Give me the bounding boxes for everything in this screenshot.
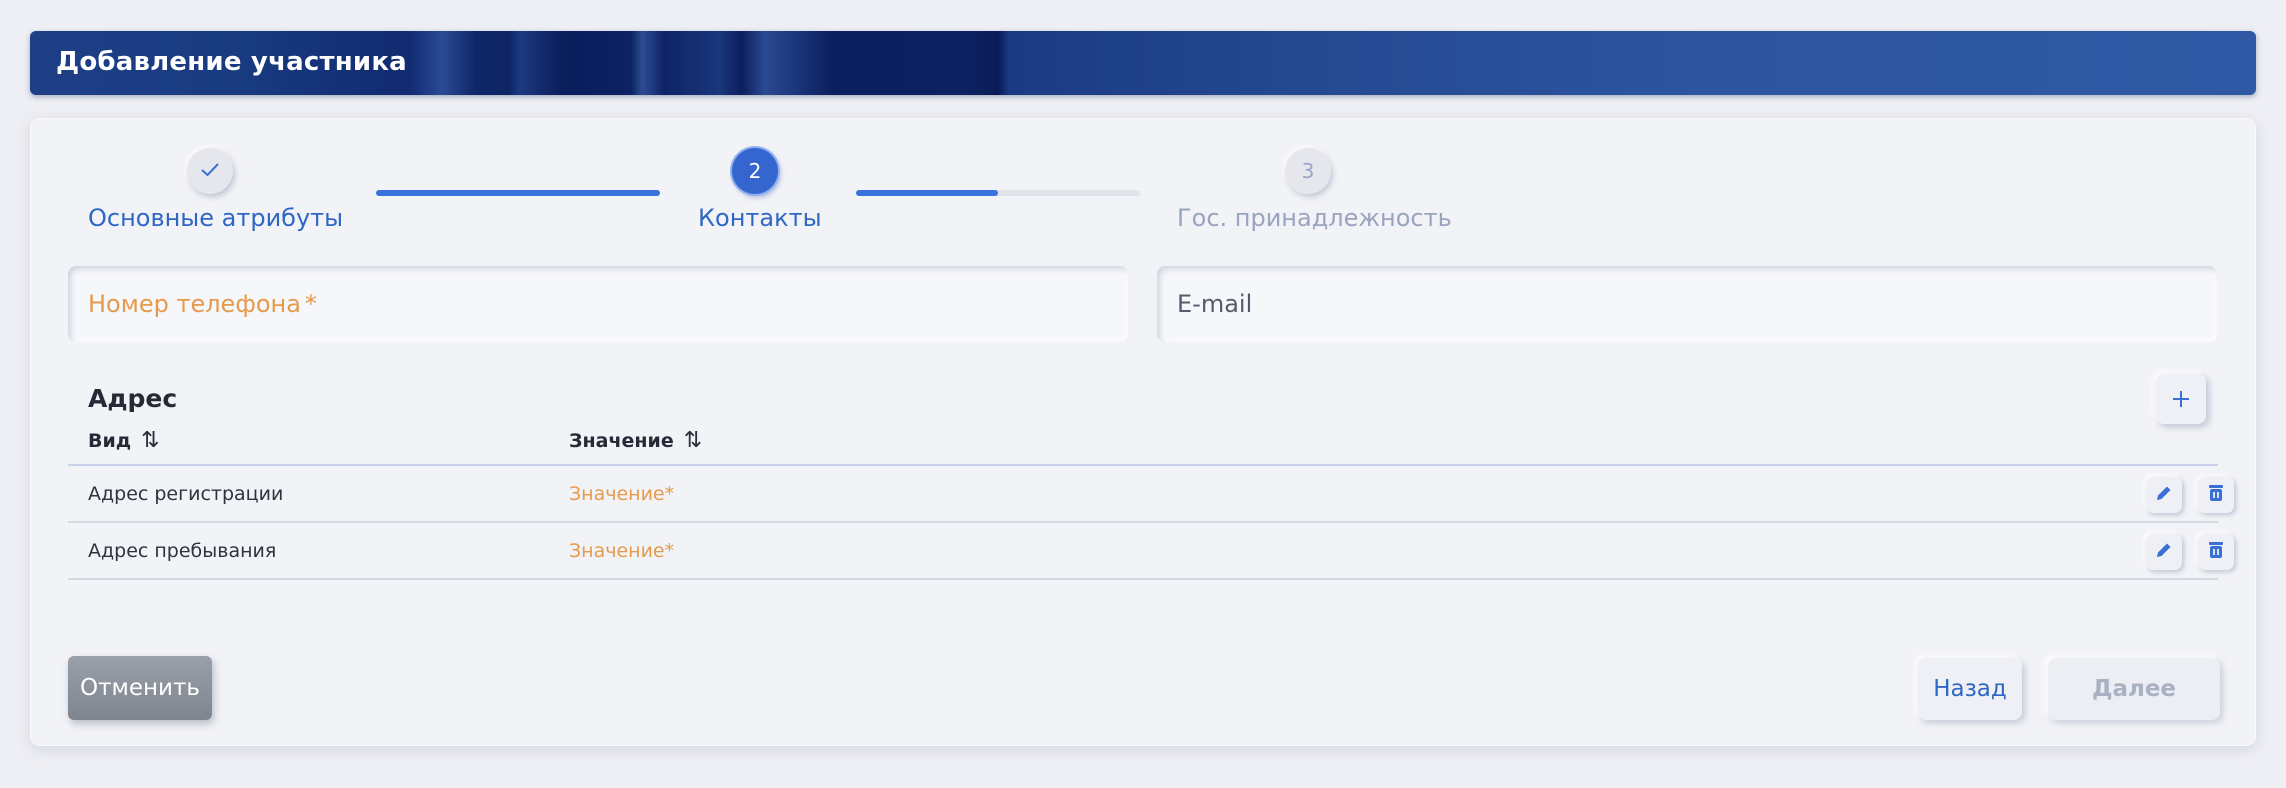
next-button[interactable]: Далее xyxy=(2048,658,2220,720)
step-3-number: 3 xyxy=(1301,159,1315,183)
sort-icon[interactable]: ⇅ xyxy=(684,428,702,453)
step-1-label[interactable]: Основные атрибуты xyxy=(88,204,343,232)
edit-button[interactable] xyxy=(2146,477,2182,513)
form-card: Основные атрибуты 2 Контакты 3 Гос. прин… xyxy=(30,118,2256,746)
page-header: Добавление участника xyxy=(30,31,2256,95)
row-kind: Адрес пребывания xyxy=(88,540,277,562)
column-header-value[interactable]: Значение ⇅ xyxy=(569,428,702,453)
step-connector-2 xyxy=(856,190,1140,196)
table-header: Вид ⇅ Значение ⇅ xyxy=(68,420,2218,466)
row-value[interactable]: Значение* xyxy=(569,540,674,562)
edit-icon xyxy=(2154,483,2174,507)
column-header-kind[interactable]: Вид ⇅ xyxy=(88,428,160,453)
address-table: Вид ⇅ Значение ⇅ Адрес регистрации Значени… xyxy=(68,420,2234,580)
step-1-circle[interactable] xyxy=(187,148,233,194)
step-connector-1 xyxy=(376,190,660,196)
trash-icon xyxy=(2207,540,2225,564)
trash-icon xyxy=(2207,483,2225,507)
step-3-label[interactable]: Гос. принадлежность xyxy=(1177,204,1452,232)
table-row: Адрес регистрации Значение* xyxy=(68,466,2234,523)
step-connector-2-fill xyxy=(856,190,998,196)
sort-icon[interactable]: ⇅ xyxy=(141,428,159,453)
step-3-circle[interactable]: 3 xyxy=(1285,148,1331,194)
step-2-number: 2 xyxy=(748,159,762,183)
edit-icon xyxy=(2154,540,2174,564)
table-row: Адрес пребывания Значение* xyxy=(68,523,2234,580)
phone-field-label: Номер телефона * xyxy=(88,290,317,318)
add-address-button[interactable] xyxy=(2156,374,2206,424)
page-title: Добавление участника xyxy=(56,47,407,77)
email-field[interactable]: E-mail xyxy=(1157,266,2217,342)
plus-icon xyxy=(2171,380,2191,415)
email-field-label: E-mail xyxy=(1177,290,1253,318)
cancel-button[interactable]: Отменить xyxy=(68,656,212,720)
address-section-title: Адрес xyxy=(88,384,178,413)
phone-field[interactable]: Номер телефона * xyxy=(68,266,1128,342)
row-kind: Адрес регистрации xyxy=(88,483,284,505)
required-mark: * xyxy=(304,290,317,318)
delete-button[interactable] xyxy=(2198,534,2234,570)
row-value[interactable]: Значение* xyxy=(569,483,674,505)
step-2-label[interactable]: Контакты xyxy=(698,204,822,232)
check-icon xyxy=(200,159,220,183)
delete-button[interactable] xyxy=(2198,477,2234,513)
step-connector-1-fill xyxy=(376,190,660,196)
step-2-circle[interactable]: 2 xyxy=(732,148,778,194)
edit-button[interactable] xyxy=(2146,534,2182,570)
back-button[interactable]: Назад xyxy=(1918,658,2022,720)
